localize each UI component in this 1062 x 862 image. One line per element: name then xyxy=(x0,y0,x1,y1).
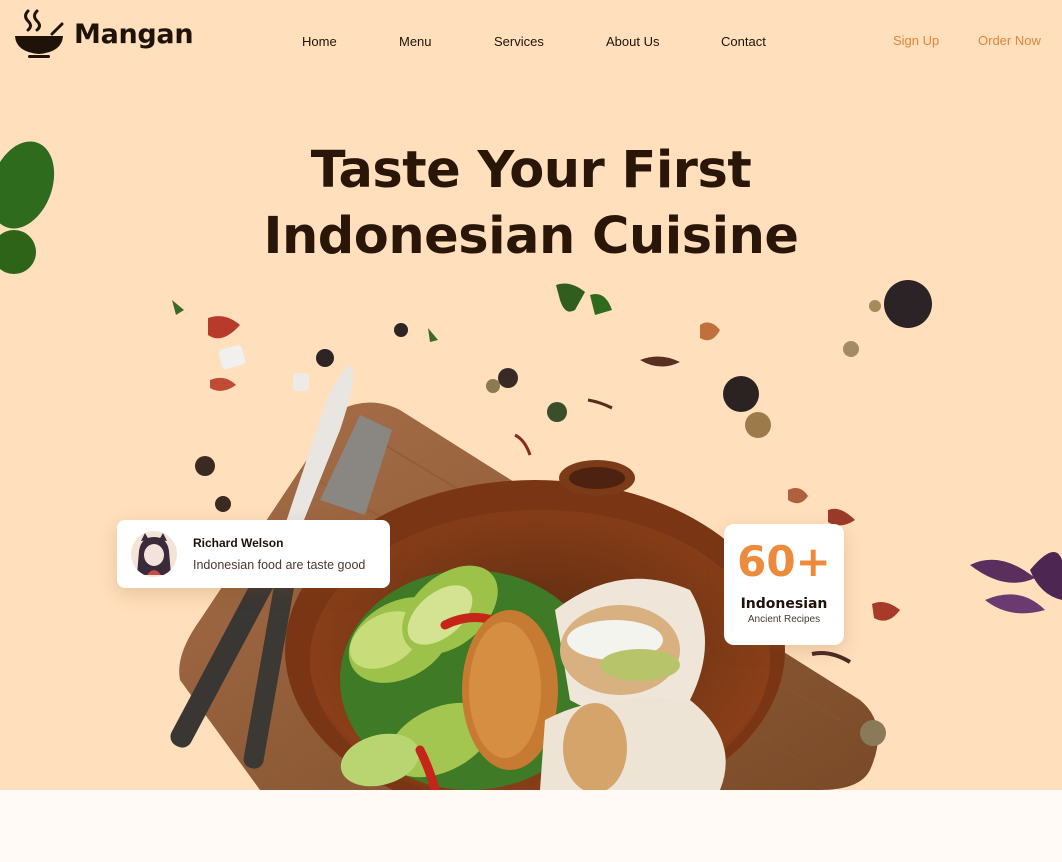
review-card: Richard Welson Indonesian food are taste… xyxy=(117,520,390,588)
nav-item-about-us[interactable]: About Us xyxy=(606,34,659,49)
review-quote: Indonesian food are taste good xyxy=(193,558,366,572)
order-now-link[interactable]: Order Now xyxy=(978,33,1041,48)
stats-value: 60+ xyxy=(737,537,831,586)
nav-item-home[interactable]: Home xyxy=(302,34,337,49)
hero-headline-line1: Taste Your First xyxy=(310,141,752,200)
brand-name: Mangan xyxy=(74,18,194,50)
stats-subtitle: Ancient Recipes xyxy=(747,614,821,625)
nav-item-menu[interactable]: Menu xyxy=(399,34,432,49)
next-section xyxy=(0,790,1062,862)
hero-headline: Taste Your First Indonesian Cuisine xyxy=(0,138,1062,270)
stats-card: 60+ Indonesian Ancient Recipes xyxy=(724,524,844,645)
nav-item-services[interactable]: Services xyxy=(494,34,544,49)
sign-up-link[interactable]: Sign Up xyxy=(893,33,939,48)
stats-title: Indonesian xyxy=(740,596,828,612)
brand-logo[interactable]: Mangan xyxy=(14,8,194,60)
reviewer-name: Richard Welson xyxy=(193,536,284,550)
hero-headline-line2: Indonesian Cuisine xyxy=(263,207,800,266)
purple-basil xyxy=(970,552,1062,614)
food-illustration xyxy=(0,141,1062,790)
hero-section: Mangan Home Menu Services About Us Conta… xyxy=(0,0,1062,790)
bowl-steam-icon xyxy=(15,9,64,58)
nav-item-contact[interactable]: Contact xyxy=(721,34,766,49)
avatar xyxy=(131,531,177,577)
reviewer-avatar-icon xyxy=(137,533,171,575)
